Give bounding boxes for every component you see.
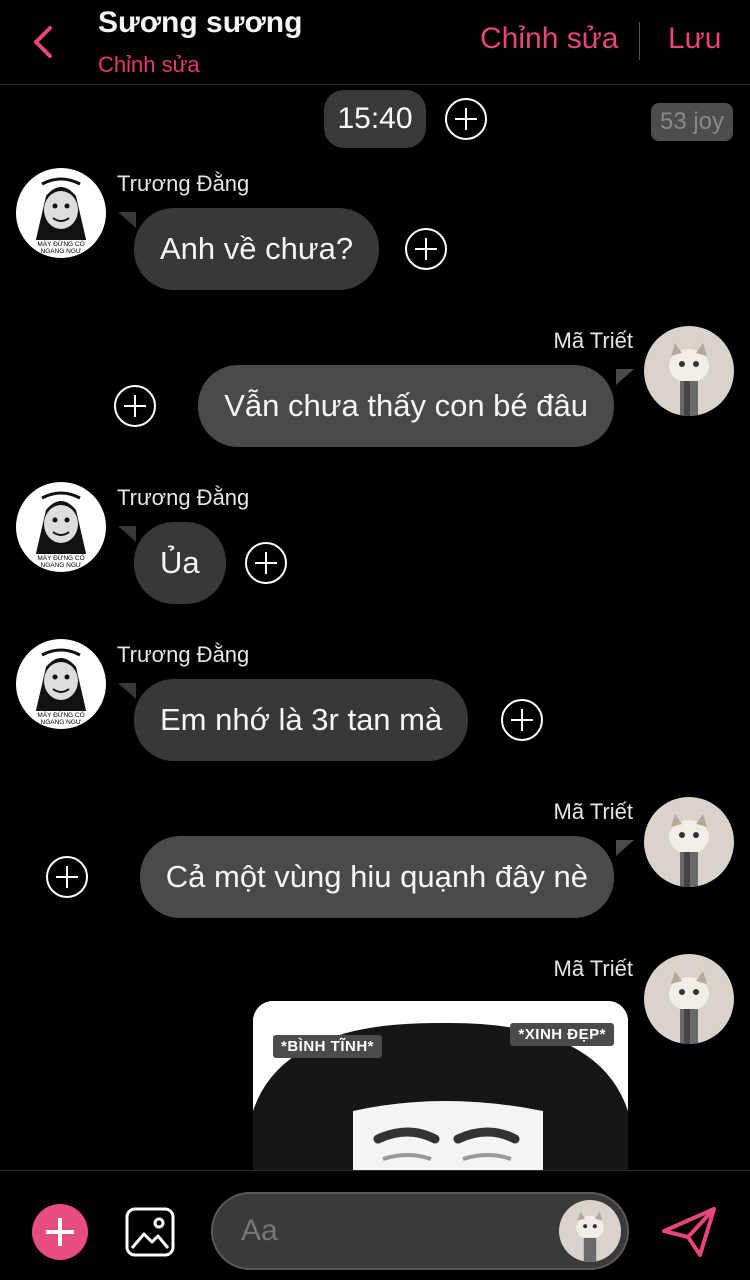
svg-text:MÀY ĐỪNG CÓ: MÀY ĐỪNG CÓ bbox=[37, 553, 84, 562]
chat-title: Sương sương bbox=[98, 6, 303, 39]
edit-button[interactable]: Chỉnh sửa bbox=[480, 22, 619, 56]
sender-name: Trương Đằng bbox=[117, 171, 250, 196]
svg-text:MÀY ĐỪNG CÓ: MÀY ĐỪNG CÓ bbox=[37, 710, 84, 719]
chevron-left-icon[interactable] bbox=[28, 22, 62, 62]
bubble-tail bbox=[616, 369, 634, 385]
header-divider bbox=[639, 22, 640, 60]
chat-area[interactable]: 15:40 53 joy MÀY ĐỪNG CÓ NGANG NGƯ Trươn… bbox=[0, 86, 750, 1170]
time-pill[interactable]: 15:40 bbox=[324, 90, 426, 148]
message-input-wrapper[interactable] bbox=[211, 1192, 629, 1270]
sender-name: Trương Đằng bbox=[117, 642, 250, 667]
composer-bar bbox=[0, 1170, 750, 1280]
bubble-tail bbox=[118, 526, 136, 542]
avatar[interactable] bbox=[644, 954, 734, 1044]
message-input[interactable] bbox=[241, 1208, 541, 1254]
svg-text:NGANG NGƯ: NGANG NGƯ bbox=[41, 719, 82, 726]
avatar[interactable] bbox=[559, 1200, 621, 1262]
add-plus-icon[interactable] bbox=[445, 98, 487, 140]
add-reaction-icon[interactable] bbox=[501, 699, 543, 741]
bubble-tail bbox=[118, 212, 136, 228]
sticker-image[interactable]: *BÌNH TĨNH* *XINH ĐẸP* bbox=[253, 1001, 628, 1170]
svg-text:NGANG NGƯ: NGANG NGƯ bbox=[41, 562, 82, 569]
sticker-caption-left: *BÌNH TĨNH* bbox=[273, 1035, 383, 1058]
message-bubble[interactable]: Vẫn chưa thấy con bé đâu bbox=[198, 365, 614, 447]
add-reaction-icon[interactable] bbox=[405, 228, 447, 270]
save-button[interactable]: Lưu bbox=[668, 22, 721, 56]
add-reaction-icon[interactable] bbox=[46, 856, 88, 898]
message-bubble[interactable]: Anh về chưa? bbox=[134, 208, 380, 290]
add-reaction-icon[interactable] bbox=[245, 542, 287, 584]
bubble-tail bbox=[616, 840, 634, 856]
points-badge: 53 joy bbox=[651, 103, 733, 141]
sender-name: Mã Triết bbox=[553, 328, 633, 353]
sticker-caption-right: *XINH ĐẸP* bbox=[510, 1023, 614, 1046]
avatar[interactable] bbox=[644, 797, 734, 887]
avatar[interactable]: MÀY ĐỪNG CÓ NGANG NGƯ bbox=[16, 168, 106, 258]
add-reaction-icon[interactable] bbox=[114, 385, 156, 427]
message-bubble[interactable]: Em nhớ là 3r tan mà bbox=[134, 679, 469, 761]
avatar[interactable]: MÀY ĐỪNG CÓ NGANG NGƯ bbox=[16, 639, 106, 729]
image-icon[interactable] bbox=[124, 1206, 176, 1258]
sender-name: Mã Triết bbox=[553, 956, 633, 981]
send-icon[interactable] bbox=[660, 1205, 718, 1259]
bubble-tail bbox=[118, 683, 136, 699]
avatar[interactable] bbox=[644, 326, 734, 416]
chat-subtitle[interactable]: Chỉnh sửa bbox=[98, 52, 200, 78]
sender-name: Trương Đằng bbox=[117, 485, 250, 510]
message-bubble[interactable]: Cả một vùng hiu quạnh đây nè bbox=[139, 836, 614, 918]
svg-text:NGANG NGƯ: NGANG NGƯ bbox=[41, 248, 82, 255]
svg-text:MÀY ĐỪNG CÓ: MÀY ĐỪNG CÓ bbox=[37, 239, 84, 248]
sender-name: Mã Triết bbox=[553, 799, 633, 824]
add-button[interactable] bbox=[32, 1204, 88, 1260]
chat-header: Sương sương Chỉnh sửa Chỉnh sửa Lưu bbox=[0, 0, 750, 85]
message-bubble[interactable]: Ủa bbox=[134, 522, 226, 604]
avatar[interactable]: MÀY ĐỪNG CÓ NGANG NGƯ bbox=[16, 482, 106, 572]
